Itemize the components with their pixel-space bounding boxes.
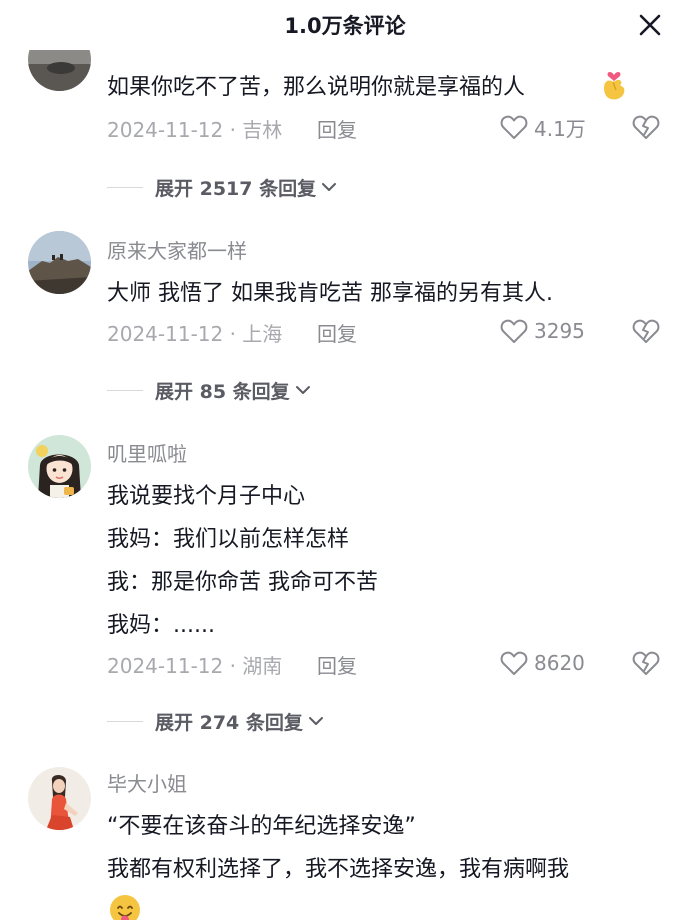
dislike-button[interactable] — [632, 113, 660, 141]
reply-button[interactable]: 回复 — [317, 114, 357, 143]
avatar[interactable] — [28, 231, 91, 294]
expand-replies-label: 展开 85 条回复 — [155, 380, 290, 403]
reply-button[interactable]: 回复 — [317, 318, 357, 347]
divider-line — [107, 720, 143, 722]
broken-heart-icon — [632, 319, 660, 343]
like-count: 8620 — [534, 651, 585, 675]
comment-text-line: 我妈：我们以前怎样怎样 — [107, 527, 350, 552]
finger-heart-emoji — [598, 66, 630, 102]
comment-meta: 2024-11-12 · 吉林 — [107, 118, 283, 142]
close-button[interactable] — [636, 11, 664, 39]
expand-replies-label: 展开 274 条回复 — [155, 711, 303, 734]
like-button[interactable]: 8620 — [500, 648, 585, 678]
comment-meta: 2024-11-12 · 湖南 — [107, 654, 283, 678]
heart-outline-icon — [500, 651, 528, 675]
heart-outline-icon — [500, 319, 528, 343]
avatar[interactable] — [28, 767, 91, 830]
comment-meta: 2024-11-12 · 上海 — [107, 322, 283, 346]
dislike-button[interactable] — [632, 649, 660, 677]
heart-outline-icon — [500, 115, 528, 139]
chevron-down-icon — [322, 183, 337, 191]
broken-heart-icon — [632, 115, 660, 139]
username[interactable]: 原来大家都一样 — [107, 235, 247, 264]
comment-text-line: 我：那是你命苦 我命可不苦 — [107, 570, 378, 595]
expand-replies-button[interactable]: 展开 274 条回复 — [107, 707, 325, 735]
like-button[interactable]: 3295 — [500, 316, 585, 346]
like-button[interactable]: 4.1万 — [500, 112, 586, 142]
broken-heart-icon — [632, 651, 660, 675]
comments-header: 1.0万条评论 — [0, 0, 690, 50]
comment-text: 大师 我悟了 如果我肯吃苦 那享福的另有其人. — [107, 281, 553, 306]
reply-button[interactable]: 回复 — [317, 650, 357, 679]
hugging-face-emoji — [107, 892, 143, 920]
comment-text-line: 我说要找个月子中心 — [107, 484, 306, 509]
expand-replies-label: 展开 2517 条回复 — [155, 177, 317, 200]
divider-line — [107, 389, 143, 391]
dislike-button[interactable] — [632, 317, 660, 345]
comment-count-title: 1.0万条评论 — [284, 14, 406, 38]
comments-panel: 1.0万条评论 如果你吃不了苦，那么说明你就是享福的人 2024-11-12 ·… — [0, 0, 690, 920]
chevron-down-icon — [295, 386, 310, 394]
expand-replies-button[interactable]: 展开 85 条回复 — [107, 376, 312, 404]
avatar[interactable] — [28, 435, 91, 498]
comment-text: 如果你吃不了苦，那么说明你就是享福的人 — [107, 75, 526, 100]
expand-replies-button[interactable]: 展开 2517 条回复 — [107, 173, 338, 201]
comment-text-line: 我都有权利选择了，我不选择安逸，我有病啊我 — [107, 857, 570, 882]
like-count: 3295 — [534, 319, 585, 343]
comment-text-line: “不要在该奋斗的年纪选择安逸” — [107, 814, 416, 839]
username[interactable]: 叽里呱啦 — [107, 438, 187, 467]
close-icon — [639, 14, 661, 36]
username[interactable]: 毕大小姐 — [107, 768, 187, 797]
divider-line — [107, 186, 143, 188]
like-count: 4.1万 — [534, 116, 586, 141]
comment-text-line: 我妈：...... — [107, 613, 215, 638]
chevron-down-icon — [308, 717, 323, 725]
